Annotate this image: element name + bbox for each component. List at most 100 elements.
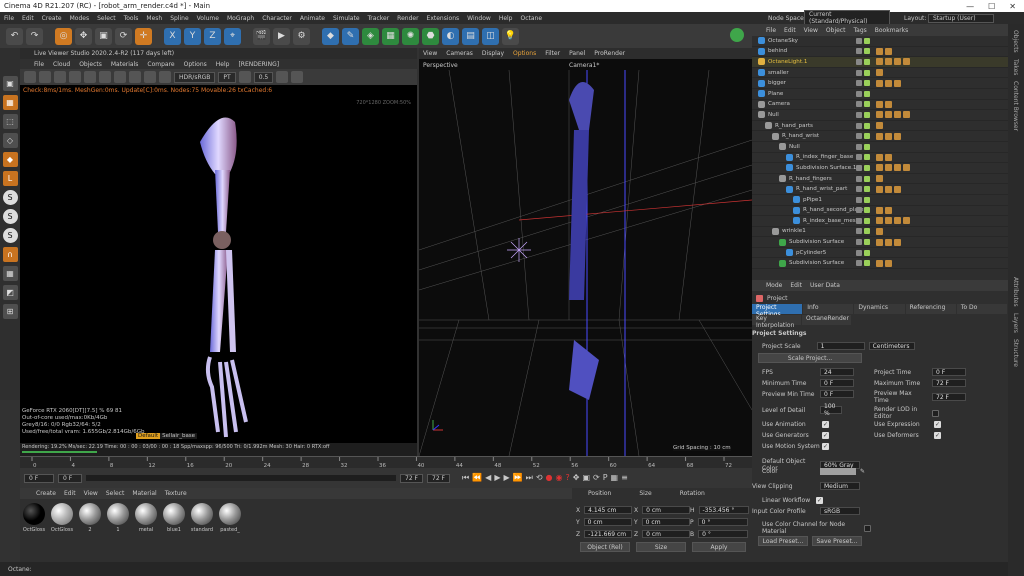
material-item[interactable]: 2 xyxy=(78,503,102,533)
material-tag-icon[interactable] xyxy=(894,111,901,119)
autokey-icon[interactable]: ◉ xyxy=(556,473,563,483)
size-y-field[interactable]: 0 cm xyxy=(641,518,690,526)
menu-tracker[interactable]: Tracker xyxy=(368,15,390,22)
axis-x-icon[interactable]: X xyxy=(164,27,181,45)
material-tag-icon[interactable] xyxy=(894,132,901,140)
visibility-flag-icon[interactable] xyxy=(864,101,870,108)
material-tag-icon[interactable] xyxy=(876,259,883,267)
material-tag-icon[interactable] xyxy=(885,47,892,55)
deformer-icon[interactable]: ⬣ xyxy=(422,27,439,45)
scale-key-icon[interactable]: ▣ xyxy=(582,473,590,483)
object-row[interactable]: Null xyxy=(752,110,1008,121)
material-item[interactable]: standard xyxy=(190,503,214,533)
material-tag-icon[interactable] xyxy=(876,69,883,77)
material-tag-icon[interactable] xyxy=(876,79,883,87)
lv-menu-0[interactable]: File xyxy=(34,61,44,68)
render-picture-icon[interactable]: ▶ xyxy=(273,27,290,45)
preview-min-field[interactable]: 0 F xyxy=(820,390,854,398)
visibility-flag-icon[interactable] xyxy=(864,69,870,76)
vp-menu-options[interactable]: Options xyxy=(513,50,536,57)
fps-field[interactable]: 24 xyxy=(820,368,854,376)
visibility-flag-icon[interactable] xyxy=(856,90,862,97)
menu-simulate[interactable]: Simulate xyxy=(333,15,360,22)
size-x-field[interactable]: 0 cm xyxy=(642,506,691,514)
pick-icon[interactable] xyxy=(99,71,111,83)
tab-dynamics[interactable]: Dynamics xyxy=(854,304,905,314)
lv-menu-1[interactable]: Cloud xyxy=(53,61,70,68)
material-tag-icon[interactable] xyxy=(876,175,883,183)
material-item[interactable]: OctGloss xyxy=(50,503,74,533)
rotate-icon[interactable]: ⟳ xyxy=(115,27,132,45)
render-stop-icon[interactable] xyxy=(39,71,51,83)
use-animation-checkbox[interactable]: ✓ xyxy=(822,421,829,428)
play-icon[interactable]: ▶ xyxy=(494,473,500,483)
visibility-flag-icon[interactable] xyxy=(864,260,870,267)
side-tab-attributes[interactable]: Attributes xyxy=(1012,277,1019,307)
material-tag-icon[interactable] xyxy=(885,164,892,172)
magnet-icon[interactable]: ∩ xyxy=(2,247,18,262)
redo-icon[interactable]: ↷ xyxy=(26,27,43,45)
visibility-flag-icon[interactable] xyxy=(864,164,870,171)
light-icon[interactable]: 💡 xyxy=(502,27,519,45)
camera-icon[interactable]: ◫ xyxy=(482,27,499,45)
next-key-icon[interactable]: ⏩ xyxy=(513,473,523,483)
project-scale-field[interactable]: 1 xyxy=(816,342,865,350)
material-tag-icon[interactable] xyxy=(885,217,892,225)
material-tag-icon[interactable] xyxy=(903,164,910,172)
clay-icon[interactable] xyxy=(144,71,156,83)
render-start-icon[interactable] xyxy=(24,71,36,83)
visibility-flag-icon[interactable] xyxy=(856,101,862,108)
visibility-flag-icon[interactable] xyxy=(864,80,870,87)
material-tag-icon[interactable] xyxy=(885,206,892,214)
material-tag-icon[interactable] xyxy=(876,122,883,130)
om-menu-object[interactable]: Object xyxy=(826,27,846,34)
use-motion-checkbox[interactable]: ✓ xyxy=(822,443,829,450)
start-frame-field[interactable]: 0 F xyxy=(58,473,82,483)
om-menu-bookmarks[interactable]: Bookmarks xyxy=(875,27,909,34)
material-tag-icon[interactable] xyxy=(903,111,910,119)
visibility-flag-icon[interactable] xyxy=(856,48,862,55)
end-frame-field[interactable]: 72 F xyxy=(400,473,423,483)
visibility-flag-icon[interactable] xyxy=(856,37,862,44)
side-tab-layers[interactable]: Layers xyxy=(1012,313,1019,333)
axis-mode-icon[interactable]: L xyxy=(2,171,18,186)
visibility-flag-icon[interactable] xyxy=(864,48,870,55)
visibility-flag-icon[interactable] xyxy=(856,111,862,118)
vp-menu-cameras[interactable]: Cameras xyxy=(446,50,473,57)
menu-extensions[interactable]: Extensions xyxy=(427,15,460,22)
material-tag-icon[interactable] xyxy=(894,238,901,246)
use-expression-checkbox[interactable]: ✓ xyxy=(934,421,941,428)
menu-octane[interactable]: Octane xyxy=(521,15,543,22)
position-x-field[interactable]: 4.145 cm xyxy=(584,506,633,514)
model-mode-icon[interactable]: ▣ xyxy=(2,76,18,91)
visibility-flag-icon[interactable] xyxy=(856,217,862,224)
world-coord-icon[interactable]: ⌖ xyxy=(224,27,241,45)
material-tag-icon[interactable] xyxy=(885,238,892,246)
info-icon[interactable] xyxy=(238,71,251,83)
save-preset-button[interactable]: Save Preset... xyxy=(812,536,862,546)
menu-create[interactable]: Create xyxy=(42,15,62,22)
menu-render[interactable]: Render xyxy=(397,15,418,22)
rotation-h-field[interactable]: -353.456 ° xyxy=(698,506,749,514)
tab-project-settings[interactable]: Project Settings xyxy=(752,304,803,318)
max-time-field[interactable]: 72 F xyxy=(932,379,966,387)
maximize-button[interactable]: ☐ xyxy=(988,2,995,11)
object-row[interactable]: Subdivision Surface xyxy=(752,258,1008,270)
visibility-flag-icon[interactable] xyxy=(864,175,870,182)
current-frame-field[interactable]: 0 F xyxy=(24,473,54,483)
keyframe-icon[interactable]: ? xyxy=(565,473,569,483)
visibility-flag-icon[interactable] xyxy=(856,58,862,65)
object-row[interactable]: R_hand_parts xyxy=(752,121,1008,132)
project-scale-unit[interactable]: Centimeters xyxy=(868,342,915,350)
focus-icon[interactable] xyxy=(129,71,141,83)
visibility-flag-icon[interactable] xyxy=(856,249,862,256)
region-icon[interactable] xyxy=(84,71,96,83)
position-z-field[interactable]: -121.669 cm xyxy=(584,530,633,538)
visibility-flag-icon[interactable] xyxy=(864,228,870,235)
viewport-canvas[interactable] xyxy=(419,70,752,456)
timeline-ruler[interactable]: 0 4 8 12 16 20 24 28 32 36 40 44 48 52 56 60 64 68 72 xyxy=(20,456,752,469)
mat-menu-texture[interactable]: Texture xyxy=(165,490,187,497)
object-row[interactable]: R_hand_second_plates xyxy=(752,206,1008,217)
points-mode-icon[interactable]: ⬚ xyxy=(2,114,18,129)
lod-field[interactable]: 100 % xyxy=(820,403,842,417)
